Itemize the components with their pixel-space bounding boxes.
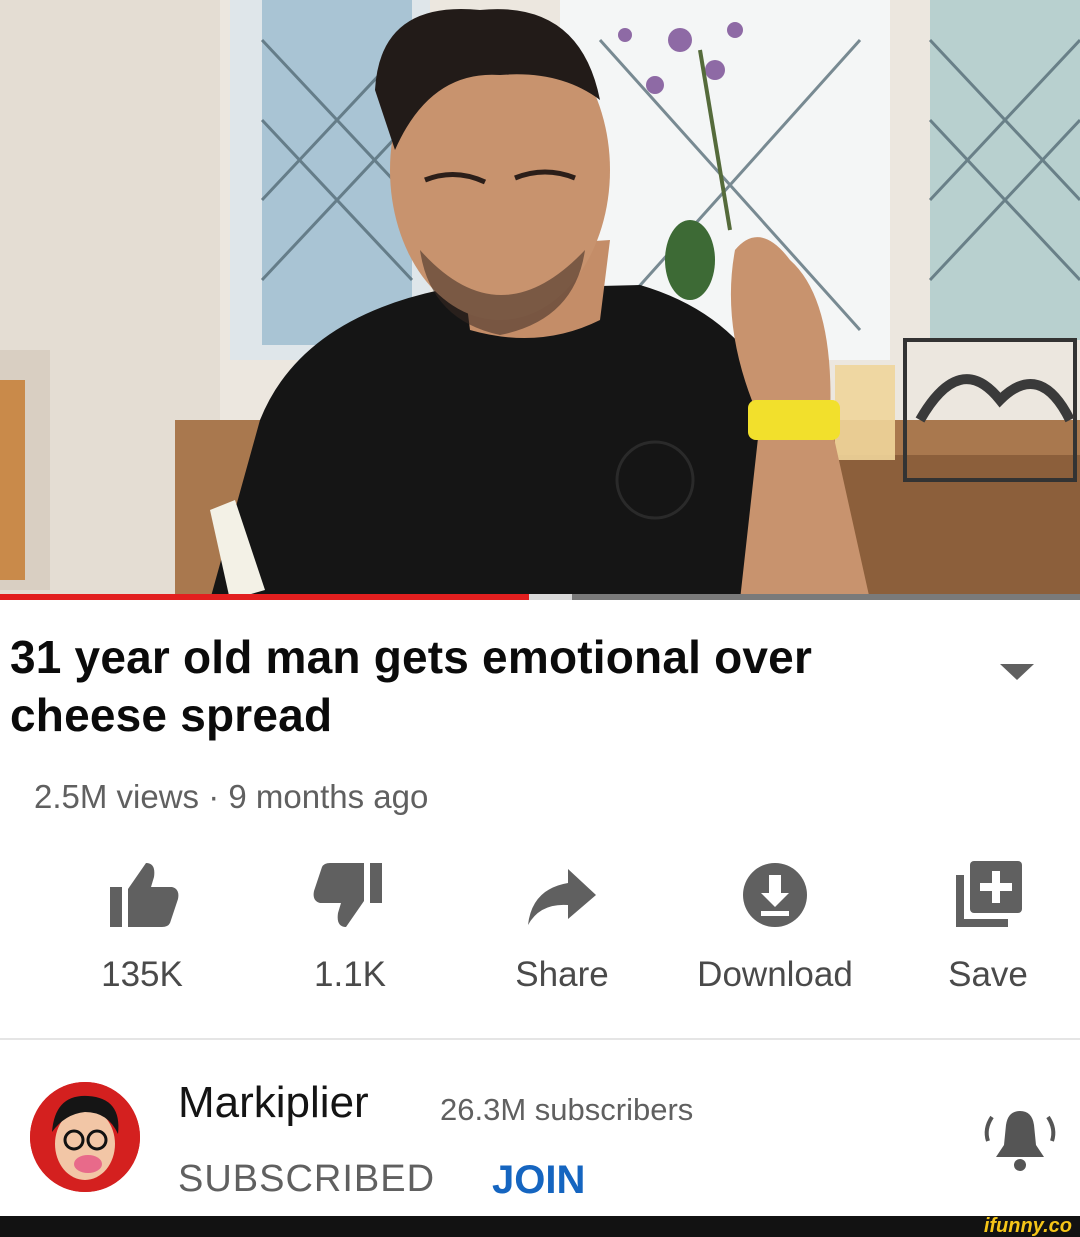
notification-bell-icon[interactable] [980,1105,1060,1175]
subscriber-count: 26.3M subscribers [440,1092,694,1127]
bottom-bar: ifunny.co [0,1216,1080,1237]
avatar-image [30,1082,140,1192]
add-to-playlist-icon [956,861,1022,927]
video-player[interactable] [0,0,1080,600]
progress-played [0,594,530,600]
download-icon [743,863,807,927]
subscribed-button[interactable]: SUBSCRIBED [178,1158,435,1201]
progress-buffered [529,594,573,600]
divider [0,1038,1080,1040]
share-arrow-icon [528,869,596,925]
join-button[interactable]: JOIN [492,1158,585,1203]
save-label: Save [948,955,1028,994]
action-bar: 135K 1.1K Share Download Save [0,855,1080,1005]
save-button[interactable]: Save [888,855,1080,1005]
thumbs-down-icon [313,863,382,927]
views-and-age: 2.5M views · 9 months ago [34,778,429,815]
expand-description-icon[interactable] [1000,664,1034,680]
thumbs-up-icon [110,863,179,927]
like-count: 135K [101,955,183,994]
video-frame [0,0,1080,600]
progress-bar[interactable] [0,594,1080,600]
watermark-logo: ifunny.co [983,1215,1072,1237]
dislike-count: 1.1K [314,955,386,994]
share-button[interactable]: Share [462,855,662,1005]
video-title: 31 year old man gets emotional over chee… [10,631,813,741]
share-label: Share [515,955,609,994]
dislike-button[interactable]: 1.1K [250,855,450,1005]
download-button[interactable]: Download [675,855,875,1005]
like-button[interactable]: 135K [42,855,242,1005]
download-label: Download [697,955,853,994]
channel-name[interactable]: Markiplier [178,1078,369,1128]
channel-avatar[interactable] [30,1082,140,1192]
